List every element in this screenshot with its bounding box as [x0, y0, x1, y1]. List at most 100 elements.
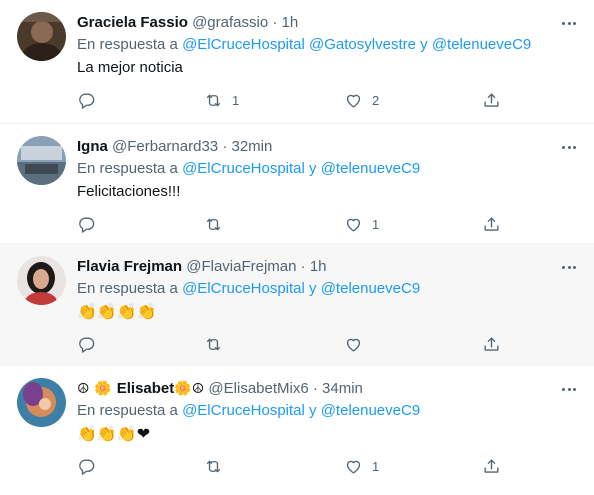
- timestamp[interactable]: 1h: [310, 258, 327, 275]
- reply-button[interactable]: [77, 88, 96, 112]
- mention-link[interactable]: @Gatosylvestre: [309, 36, 416, 53]
- reply-separator: y: [304, 402, 321, 419]
- avatar[interactable]: [17, 12, 66, 61]
- more-icon[interactable]: [558, 138, 580, 156]
- reply-button[interactable]: [77, 332, 96, 356]
- reply-icon: [79, 458, 95, 475]
- reply-context: En respuesta a @ElCruceHospital @Gatosyl…: [77, 35, 531, 55]
- reply-icon: [79, 92, 95, 109]
- timestamp[interactable]: 34min: [322, 380, 363, 397]
- action-bar: 1: [0, 212, 594, 236]
- reply-prefix: En respuesta a: [77, 280, 183, 297]
- reply-prefix: En respuesta a: [77, 160, 183, 177]
- heart-icon: [346, 338, 361, 352]
- avatar[interactable]: [17, 136, 66, 185]
- mention-link[interactable]: @ElCruceHospital: [182, 402, 305, 419]
- like-button[interactable]: 1: [344, 454, 379, 478]
- more-icon[interactable]: [558, 14, 580, 32]
- name-suffix-emoji: 🌼☮: [174, 381, 205, 397]
- like-count: 1: [372, 216, 380, 232]
- tweet[interactable]: Graciela Fassio @grafassio · 1h En respu…: [0, 0, 594, 124]
- retweet-icon: [206, 218, 221, 230]
- name-prefix-emoji: ☮ 🌼: [77, 381, 117, 397]
- separator-dot: ·: [222, 138, 228, 155]
- action-bar: 1: [0, 454, 594, 478]
- more-icon[interactable]: [558, 258, 580, 276]
- reply-icon: [79, 336, 95, 353]
- tweet-text: 👏👏👏👏: [77, 302, 157, 321]
- like-button[interactable]: 1: [344, 212, 379, 236]
- display-name[interactable]: Elisabet: [117, 380, 175, 397]
- heart-icon: [346, 94, 361, 108]
- reply-prefix: En respuesta a: [77, 36, 183, 53]
- user-handle[interactable]: @Ferbarnard33: [112, 138, 218, 155]
- retweet-button[interactable]: [204, 332, 232, 356]
- share-button[interactable]: [482, 332, 501, 356]
- action-bar: 1 2: [0, 88, 594, 112]
- user-handle[interactable]: @grafassio: [192, 14, 268, 31]
- share-icon: [484, 336, 499, 351]
- display-name[interactable]: Graciela Fassio: [77, 14, 188, 31]
- reply-separator: y: [304, 280, 321, 297]
- reply-context: En respuesta a @ElCruceHospital y @telen…: [77, 159, 420, 179]
- reply-prefix: En respuesta a: [77, 402, 183, 419]
- share-button[interactable]: [482, 88, 501, 112]
- separator-dot: ·: [312, 380, 318, 397]
- timestamp[interactable]: 1h: [282, 14, 299, 31]
- action-bar: [0, 332, 594, 356]
- tweet-text: 👏👏👏❤: [77, 424, 151, 443]
- retweet-icon: [206, 338, 221, 350]
- reply-button[interactable]: [77, 454, 96, 478]
- separator-dot: ·: [272, 14, 278, 31]
- retweet-icon: [206, 94, 221, 106]
- retweet-button[interactable]: [204, 454, 232, 478]
- reply-button[interactable]: [77, 212, 96, 236]
- tweet-text: Felicitaciones!!!: [77, 183, 181, 200]
- like-button[interactable]: 2: [344, 88, 379, 112]
- tweet-header: ☮ 🌼 Elisabet🌼☮ @ElisabetMix6 · 34min: [77, 379, 554, 399]
- tweet-header: Igna @Ferbarnard33 · 32min: [77, 137, 554, 157]
- tweet-header: Flavia Frejman @FlaviaFrejman · 1h: [77, 257, 554, 277]
- replies-feed: Graciela Fassio @grafassio · 1h En respu…: [0, 0, 594, 495]
- like-button[interactable]: [344, 332, 372, 356]
- tweet[interactable]: ☮ 🌼 Elisabet🌼☮ @ElisabetMix6 · 34min En …: [0, 366, 594, 495]
- avatar[interactable]: [17, 378, 66, 427]
- retweet-count: 1: [232, 92, 240, 108]
- mention-link[interactable]: @telenueveC9: [321, 280, 420, 297]
- avatar[interactable]: [17, 256, 66, 305]
- retweet-button[interactable]: 1: [204, 88, 239, 112]
- mention-link[interactable]: @ElCruceHospital: [182, 160, 305, 177]
- reply-context: En respuesta a @ElCruceHospital y @telen…: [77, 401, 420, 421]
- mention-link[interactable]: @telenueveC9: [432, 36, 531, 53]
- heart-icon: [346, 218, 361, 232]
- retweet-icon: [206, 460, 221, 472]
- like-count: 1: [372, 458, 380, 474]
- tweet[interactable]: Flavia Frejman @FlaviaFrejman · 1h En re…: [0, 244, 594, 366]
- reply-separator: y: [415, 36, 432, 53]
- separator-dot: ·: [300, 258, 306, 275]
- reply-context: En respuesta a @ElCruceHospital y @telen…: [77, 279, 420, 299]
- heart-icon: [346, 460, 361, 474]
- timestamp[interactable]: 32min: [231, 138, 272, 155]
- tweet-header: Graciela Fassio @grafassio · 1h: [77, 13, 554, 33]
- mention-link[interactable]: @ElCruceHospital: [182, 36, 305, 53]
- reply-separator: y: [304, 160, 321, 177]
- display-name[interactable]: Flavia Frejman: [77, 258, 182, 275]
- mention-link[interactable]: @ElCruceHospital: [182, 280, 305, 297]
- user-handle[interactable]: @ElisabetMix6: [208, 380, 308, 397]
- tweet[interactable]: Igna @Ferbarnard33 · 32min En respuesta …: [0, 124, 594, 244]
- reply-icon: [79, 216, 95, 233]
- share-icon: [484, 92, 499, 107]
- share-button[interactable]: [482, 454, 501, 478]
- mention-link[interactable]: @telenueveC9: [321, 402, 420, 419]
- share-button[interactable]: [482, 212, 501, 236]
- share-icon: [484, 216, 499, 231]
- tweet-text: La mejor noticia: [77, 59, 183, 76]
- user-handle[interactable]: @FlaviaFrejman: [186, 258, 296, 275]
- more-icon[interactable]: [558, 380, 580, 398]
- mention-link[interactable]: @telenueveC9: [321, 160, 420, 177]
- retweet-button[interactable]: [204, 212, 232, 236]
- like-count: 2: [372, 92, 380, 108]
- share-icon: [484, 458, 499, 473]
- display-name[interactable]: Igna: [77, 138, 108, 155]
